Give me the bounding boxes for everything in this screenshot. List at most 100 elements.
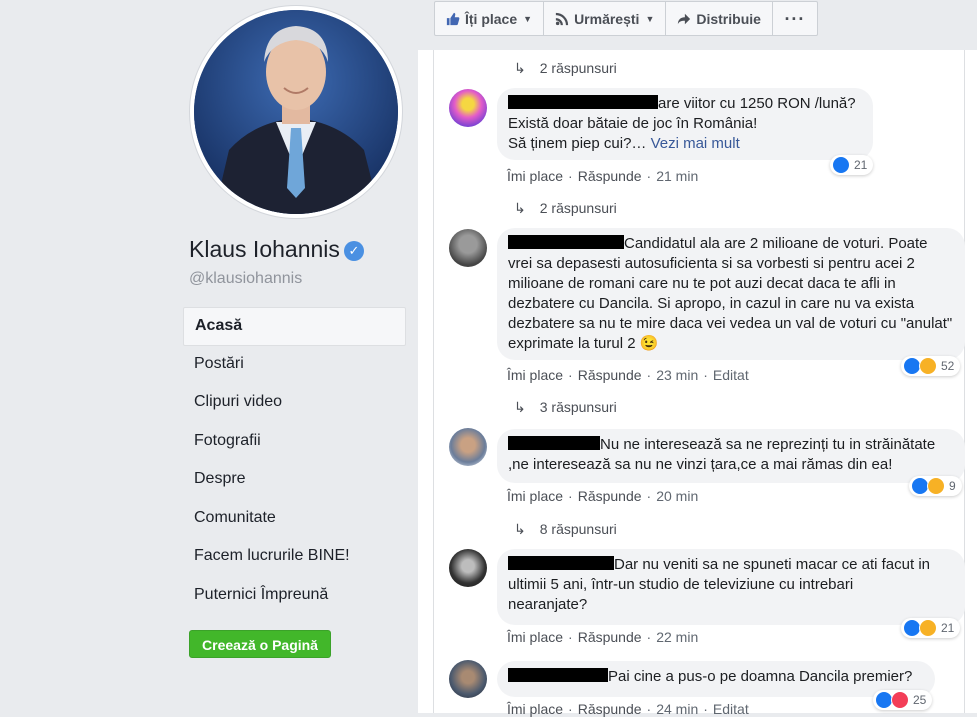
create-page-button[interactable]: Creează o Pagină (189, 630, 331, 658)
like-comment-link[interactable]: Îmi place (507, 488, 563, 504)
reaction-count: 9 (949, 479, 956, 493)
replies-count: 2 răspunsuri (539, 60, 617, 76)
rss-icon (555, 12, 569, 25)
chevron-down-icon: ▼ (523, 13, 533, 24)
like-comment-link[interactable]: Îmi place (507, 701, 563, 717)
comment-text: are viitor cu 1250 RON /lună? (658, 95, 856, 112)
redacted-name (508, 95, 658, 109)
comment-time[interactable]: 22 min (656, 629, 698, 645)
reactions-summary[interactable]: 9 (909, 476, 962, 496)
more-options-button[interactable]: ··· (773, 2, 817, 35)
edited-label: Editat (712, 701, 749, 717)
nav-item-videos[interactable]: Clipuri video (183, 384, 406, 423)
comment-text: ,ne interesează sa nu ne vinzi țara,ce a… (508, 456, 893, 473)
view-replies-link[interactable]: ↳ 2 răspunsuri (514, 200, 617, 217)
reply-arrow-icon: ↳ (514, 200, 526, 216)
share-button[interactable]: Distribuie (666, 2, 773, 35)
chevron-down-icon: ▼ (645, 13, 655, 24)
comment-meta: Îmi place · Răspunde · 22 min (507, 629, 699, 645)
view-replies-link[interactable]: ↳ 3 răspunsuri (514, 399, 617, 416)
comment-bubble: Candidatul ala are 2 milioane de voturi.… (497, 228, 965, 360)
verified-badge-icon: ✓ (343, 240, 364, 261)
comment-time[interactable]: 24 min (656, 701, 698, 717)
nav-item-photos[interactable]: Fotografii (183, 423, 406, 462)
replies-count: 8 răspunsuri (539, 521, 617, 537)
like-comment-link[interactable]: Îmi place (507, 168, 563, 184)
reply-link[interactable]: Răspunde (578, 629, 642, 645)
comment-text: Să ținem piep cui?… (508, 135, 647, 152)
comment-bubble: Nu ne interesează sa ne reprezinți tu in… (497, 429, 965, 483)
nav-item-posts[interactable]: Postări (183, 346, 406, 385)
share-arrow-icon (678, 13, 691, 24)
commenter-avatar[interactable] (449, 428, 487, 466)
commenter-avatar[interactable] (449, 229, 487, 267)
comment-text: Pai cine a pus-o pe doamna Dancila premi… (608, 668, 913, 685)
commenter-avatar[interactable] (449, 549, 487, 587)
reaction-count: 21 (854, 158, 868, 172)
redacted-name (508, 436, 600, 450)
comment-time[interactable]: 23 min (656, 367, 698, 383)
profile-picture[interactable] (190, 6, 402, 218)
reactions-summary[interactable]: 21 (830, 155, 874, 175)
comment-text: ultimii 5 ani, într-un studio de televiz… (508, 576, 854, 593)
comment-time[interactable]: 21 min (656, 168, 698, 184)
follow-label: Urmărești (574, 10, 640, 27)
reaction-count: 21 (941, 621, 955, 635)
profile-name[interactable]: Klaus Iohannis ✓ (189, 236, 364, 263)
reply-link[interactable]: Răspunde (578, 168, 642, 184)
comment-text: Candidatul ala are 2 milioane de voturi.… (508, 235, 953, 352)
view-replies-link[interactable]: ↳ 8 răspunsuri (514, 521, 617, 538)
like-comment-link[interactable]: Îmi place (507, 367, 563, 383)
reactions-summary[interactable]: 21 (901, 618, 961, 638)
comment-bubble: Pai cine a pus-o pe doamna Dancila premi… (497, 661, 935, 697)
redacted-name (508, 668, 608, 682)
nav-item-facem-lucrurile-bine[interactable]: Facem lucrurile BINE! (183, 538, 406, 577)
redacted-name (508, 235, 624, 249)
reply-link[interactable]: Răspunde (578, 488, 642, 504)
nav-item-community[interactable]: Comunitate (183, 500, 406, 539)
reactions-summary[interactable]: 25 (873, 690, 933, 710)
like-page-label: Îți place (465, 10, 518, 27)
profile-name-text[interactable]: Klaus Iohannis (189, 236, 340, 262)
reply-arrow-icon: ↳ (514, 60, 526, 76)
follow-button[interactable]: Urmărești ▼ (544, 2, 667, 35)
comment-bubble: Dar nu veniti sa ne spuneti macar ce ati… (497, 549, 965, 625)
share-label: Distribuie (696, 10, 761, 27)
like-comment-link[interactable]: Îmi place (507, 629, 563, 645)
haha-reaction-icon (919, 357, 937, 375)
comment-text: Nu ne interesează sa ne reprezinți tu in… (600, 436, 936, 453)
view-replies-link[interactable]: ↳ 2 răspunsuri (514, 60, 617, 77)
wink-emoji-icon: 😉 (639, 335, 659, 352)
reply-arrow-icon: ↳ (514, 399, 526, 415)
comments-feed: ↳ 2 răspunsuri are viitor cu 1250 RON /lu… (433, 50, 965, 717)
page-actions: Îți place ▼ Urmărești ▼ Distribuie ··· (434, 1, 818, 36)
commenter-avatar[interactable] (449, 89, 487, 127)
like-page-button[interactable]: Îți place ▼ (435, 2, 545, 35)
see-more-link[interactable]: Vezi mai mult (651, 135, 740, 152)
redacted-name (508, 556, 614, 570)
reply-link[interactable]: Răspunde (578, 367, 642, 383)
reaction-count: 52 (941, 359, 955, 373)
haha-reaction-icon (919, 619, 937, 637)
comment-bubble: are viitor cu 1250 RON /lună? Există doa… (497, 88, 873, 160)
replies-count: 2 răspunsuri (539, 200, 617, 216)
thumbs-up-icon (446, 12, 460, 25)
nav-item-home[interactable]: Acasă (183, 307, 406, 346)
reactions-summary[interactable]: 52 (901, 356, 961, 376)
haha-reaction-icon (927, 477, 945, 495)
reply-arrow-icon: ↳ (514, 521, 526, 537)
comment-time[interactable]: 20 min (656, 488, 698, 504)
comment-meta: Îmi place · Răspunde · 21 min (507, 168, 699, 184)
reply-link[interactable]: Răspunde (578, 701, 642, 717)
comment-meta: Îmi place · Răspunde · 24 min · Editat (507, 701, 749, 717)
nav-item-puternici-impreuna[interactable]: Puternici Împreună (183, 577, 406, 616)
replies-count: 3 răspunsuri (539, 399, 617, 415)
reaction-count: 25 (913, 693, 927, 707)
comment-text: nearanjate? (508, 596, 588, 613)
commenter-avatar[interactable] (449, 660, 487, 698)
comment-text: Există doar bătaie de joc în România! (508, 115, 758, 132)
comment-text: Dar nu veniti sa ne spuneti macar ce ati… (614, 556, 930, 573)
nav-item-about[interactable]: Despre (183, 461, 406, 500)
profile-handle[interactable]: @klausiohannis (189, 270, 302, 288)
profile-sidebar: Klaus Iohannis ✓ @klausiohannis Acasă Pos… (0, 0, 418, 713)
